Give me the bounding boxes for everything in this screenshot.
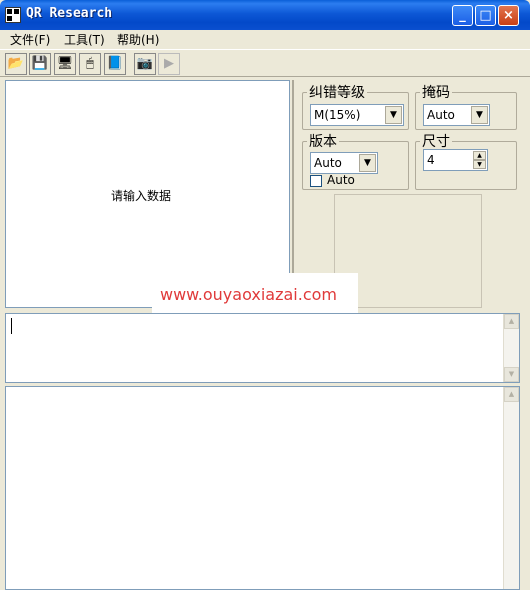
book-icon[interactable]: 📘 [104,53,126,75]
mouse-icon[interactable]: 🖱 [79,53,101,75]
maximize-button[interactable]: □ [475,5,496,26]
minimize-button[interactable]: _ [452,5,473,26]
error-level-value: M(15%) [314,108,361,122]
qr-app-icon [5,7,21,23]
mask-label: 掩码 [422,85,450,101]
version-auto-label: Auto [327,173,355,187]
watermark-banner: www.ouyaoxiazai.com [152,273,358,313]
version-select[interactable]: Auto ▼ [310,152,378,174]
spin-up-icon[interactable]: ▲ [473,151,486,160]
play-icon[interactable]: ▶ [158,53,180,75]
version-auto-checkbox[interactable] [310,175,322,187]
monitor-icon[interactable]: 🖥 [54,53,76,75]
close-button[interactable]: × [498,5,519,26]
error-level-select[interactable]: M(15%) ▼ [310,104,404,126]
input-scrollbar[interactable]: ▲ ▼ [503,314,519,382]
menu-file[interactable]: 文件(F) [10,31,50,48]
size-value: 4 [427,153,435,167]
qr-research-window: QR Research _ □ × 文件(F) 工具(T) 帮助(H) 📂 💾 … [0,0,530,590]
mask-value: Auto [427,108,455,122]
text-caret [11,318,12,334]
window-title: QR Research [26,6,113,21]
mask-select[interactable]: Auto ▼ [423,104,490,126]
chevron-down-icon[interactable]: ▼ [385,106,402,124]
data-input-textarea[interactable]: ▲ ▼ [5,313,520,383]
menu-help[interactable]: 帮助(H) [117,31,159,48]
camera-icon[interactable]: 📷 [134,53,156,75]
size-label: 尺寸 [422,134,450,150]
save-icon[interactable]: 💾 [29,53,51,75]
toolbar: 📂 💾 🖥 🖱 📘 📷 ▶ [0,49,530,77]
size-stepper[interactable]: 4 ▲ ▼ [423,149,488,171]
scroll-up-icon[interactable]: ▲ [504,387,519,402]
output-textarea[interactable]: ▲ [5,386,520,590]
chevron-down-icon[interactable]: ▼ [471,106,488,124]
scroll-down-icon[interactable]: ▼ [504,367,519,382]
open-folder-icon[interactable]: 📂 [5,53,27,75]
input-prompt: 请输入数据 [111,189,172,203]
title-bar[interactable]: QR Research _ □ × [0,0,530,30]
error-level-label: 纠错等级 [309,85,365,101]
scroll-up-icon[interactable]: ▲ [504,314,519,329]
menu-bar: 文件(F) 工具(T) 帮助(H) [0,30,530,48]
output-scrollbar[interactable]: ▲ [503,387,519,589]
menu-tools[interactable]: 工具(T) [64,31,105,48]
chevron-down-icon[interactable]: ▼ [359,154,376,172]
spin-down-icon[interactable]: ▼ [473,160,486,169]
version-value: Auto [314,156,342,170]
version-label: 版本 [309,134,337,150]
watermark-text: www.ouyaoxiazai.com [160,285,337,304]
